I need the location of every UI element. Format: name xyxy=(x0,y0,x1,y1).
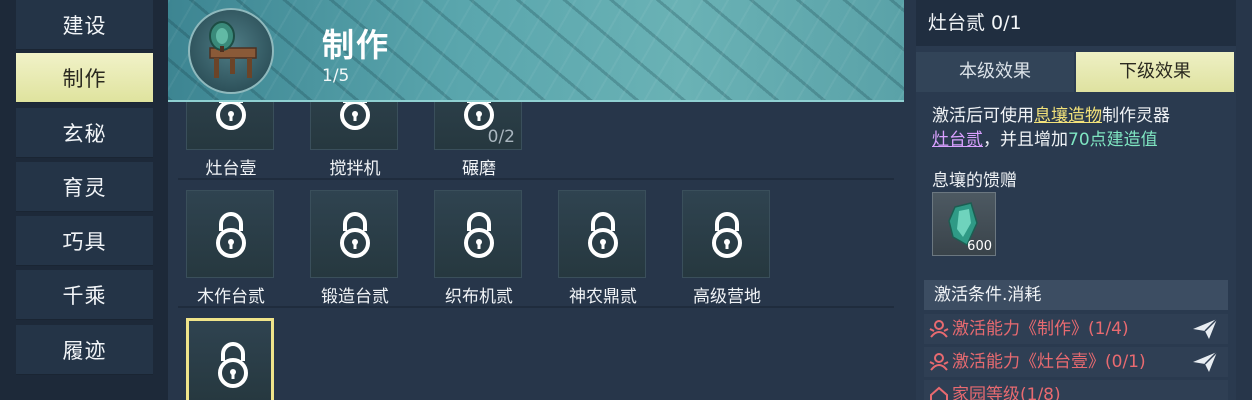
item-slot-frame: 0/2 xyxy=(434,102,522,150)
reward-title: 息壤的馈赠 xyxy=(932,171,1017,191)
desc-text: ，并且增加 xyxy=(983,130,1068,150)
condition-row[interactable]: 激活能力《制作》(1/4) xyxy=(924,314,1228,344)
item-name: 搅拌机 xyxy=(329,159,381,179)
go-to-icon[interactable] xyxy=(1192,318,1218,340)
go-to-icon[interactable] xyxy=(1192,351,1218,373)
nav-item-craft[interactable]: 制作 xyxy=(16,53,153,103)
item-slot-mill[interactable]: 0/2 碾磨 xyxy=(434,102,524,179)
condition-row[interactable]: 家园等级(1/8) xyxy=(924,380,1228,400)
item-slot-forge-table[interactable]: 锻造台贰 xyxy=(310,190,400,307)
lock-icon xyxy=(218,342,248,388)
item-name: 高级营地 xyxy=(693,287,761,307)
workbench-icon xyxy=(188,8,274,94)
effect-description: 激活后可使用息壤造物制作灵器 灶台贰，并且增加70点建造值 xyxy=(932,104,1228,152)
page-title: 制作 xyxy=(322,26,391,64)
nav-item-vehicles[interactable]: 千乘 xyxy=(16,270,153,320)
item-slot-advanced-camp[interactable]: 高级营地 xyxy=(682,190,772,307)
detail-title: 灶台贰 0/1 xyxy=(916,0,1236,46)
nav-item-build[interactable]: 建设 xyxy=(16,0,153,50)
item-name: 碾磨 xyxy=(462,159,496,179)
reward-item[interactable]: 600 xyxy=(932,192,996,256)
nav-item-mystic[interactable]: 玄秘 xyxy=(16,108,153,158)
item-name: 神农鼎贰 xyxy=(569,287,637,307)
item-slot-frame xyxy=(310,190,398,278)
item-name: 锻造台贰 xyxy=(321,287,389,307)
condition-text: 家园等级(1/8) xyxy=(952,385,1061,400)
item-slot-frame xyxy=(186,190,274,278)
item-slot-frame xyxy=(186,318,274,400)
item-slot-frame xyxy=(558,190,646,278)
item-slot-frame xyxy=(434,190,522,278)
item-slot-stove[interactable]: 灶台壹 xyxy=(186,102,276,179)
condition-text: 激活能力《制作》(1/4) xyxy=(952,319,1129,339)
item-name: 灶台壹 xyxy=(205,159,257,179)
desc-link-creation[interactable]: 息壤造物 xyxy=(1034,106,1102,126)
desc-value: 70点建造值 xyxy=(1068,130,1158,150)
tab-current-level[interactable]: 本级效果 xyxy=(916,52,1074,92)
desc-text: 制作灵器 xyxy=(1102,106,1170,126)
item-slot-woodwork-table[interactable]: 木作台贰 xyxy=(186,190,276,307)
row-divider xyxy=(178,306,894,308)
nav-item-nurture[interactable]: 育灵 xyxy=(16,162,153,212)
conditions-header: 激活条件.消耗 xyxy=(924,280,1228,310)
detail-panel: 灶台贰 0/1 本级效果 下级效果 激活后可使用息壤造物制作灵器 灶台贰，并且增… xyxy=(916,0,1236,400)
ability-icon xyxy=(929,320,949,338)
ability-icon xyxy=(929,353,949,371)
desc-link-item[interactable]: 灶台贰 xyxy=(932,130,983,150)
category-banner: 制作 1/5 xyxy=(168,0,904,102)
item-slot-loom[interactable]: 织布机贰 xyxy=(434,190,524,307)
reward-count: 600 xyxy=(967,239,992,254)
left-nav: 建设 制作 玄秘 育灵 巧具 千乘 履迹 xyxy=(0,0,168,400)
desc-text: 激活后可使用 xyxy=(932,106,1034,126)
nav-item-traces[interactable]: 履迹 xyxy=(16,325,153,375)
lock-icon xyxy=(712,212,742,258)
condition-row[interactable]: 激活能力《灶台壹》(0/1) xyxy=(924,347,1228,377)
tab-next-level[interactable]: 下级效果 xyxy=(1076,52,1234,92)
item-name: 木作台贰 xyxy=(197,287,265,307)
lock-icon xyxy=(340,212,370,258)
item-slot-selected[interactable] xyxy=(186,318,276,400)
item-slot-frame xyxy=(310,102,398,150)
lock-icon xyxy=(588,212,618,258)
lock-icon xyxy=(340,102,370,130)
item-slot-mixer[interactable]: 搅拌机 xyxy=(310,102,400,179)
row-divider xyxy=(178,178,894,180)
nav-item-tools[interactable]: 巧具 xyxy=(16,216,153,266)
lock-icon xyxy=(216,102,246,130)
item-grid: 灶台壹 搅拌机 0/2 碾磨 木作台贰 锻造台贰 织布机贰 神农鼎贰 高级营地 xyxy=(168,102,904,400)
item-slot-frame xyxy=(682,190,770,278)
item-slot-frame xyxy=(186,102,274,150)
home-level-icon xyxy=(930,386,948,400)
item-name: 织布机贰 xyxy=(445,287,513,307)
lock-icon xyxy=(216,212,246,258)
condition-text: 激活能力《灶台壹》(0/1) xyxy=(952,352,1146,372)
category-progress: 1/5 xyxy=(322,66,350,86)
lock-icon xyxy=(464,212,494,258)
item-slot-shennong-cauldron[interactable]: 神农鼎贰 xyxy=(558,190,648,307)
item-count: 0/2 xyxy=(487,127,515,147)
